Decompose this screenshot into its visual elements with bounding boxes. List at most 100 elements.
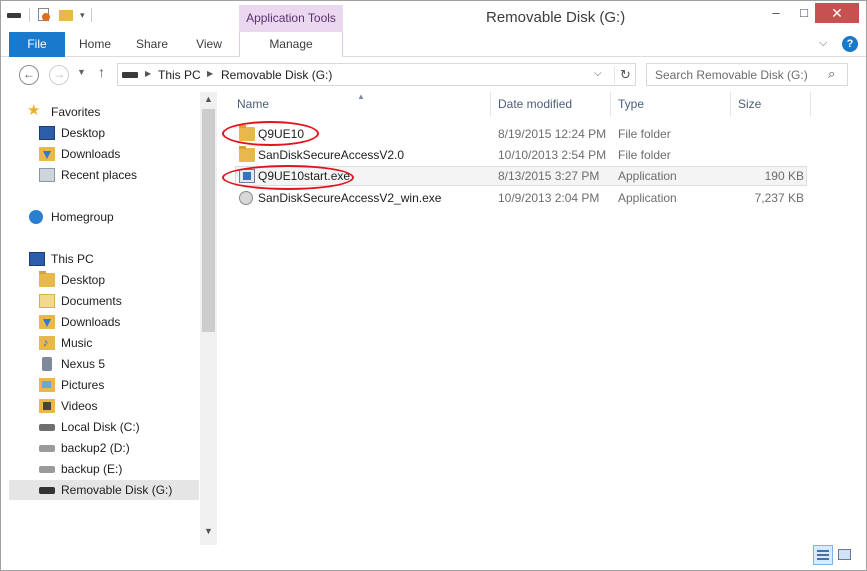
file-row[interactable]: SanDiskSecureAccessV2.0 10/10/2013 2:54 … xyxy=(235,145,807,165)
file-type: File folder xyxy=(618,127,671,141)
desktop-folder-icon xyxy=(39,271,55,287)
phone-icon xyxy=(42,357,52,371)
scroll-down-icon[interactable]: ▼ xyxy=(200,526,217,540)
search-icon[interactable]: ⌕ xyxy=(828,66,835,82)
nav-favorites-downloads[interactable]: Downloads xyxy=(9,144,199,164)
ribbon-tabs: File Home Share View Manage ⌵ ? xyxy=(1,32,866,57)
breadcrumb-this-pc[interactable]: This PC xyxy=(158,68,201,82)
pictures-icon xyxy=(39,378,55,392)
context-tab-group: Application Tools xyxy=(239,5,343,32)
file-type: Application xyxy=(618,169,677,183)
nav-pc-backup2-d[interactable]: backup2 (D:) xyxy=(9,438,199,458)
explorer-window: ▾ Application Tools Removable Disk (G:) … xyxy=(0,0,867,571)
scroll-thumb[interactable] xyxy=(202,109,215,332)
customize-qat-icon[interactable]: ▾ xyxy=(80,10,85,21)
installer-disc-icon xyxy=(239,191,253,205)
nav-pc-desktop[interactable]: Desktop xyxy=(9,270,199,290)
file-type: Application xyxy=(618,191,677,205)
window-title: Removable Disk (G:) xyxy=(486,9,626,26)
column-header-date-modified[interactable]: Date modified xyxy=(498,97,572,111)
tab-view[interactable]: View xyxy=(183,32,235,57)
file-date: 8/19/2015 12:24 PM xyxy=(498,127,607,141)
file-date: 10/9/2013 2:04 PM xyxy=(498,191,600,205)
breadcrumb-separator-icon[interactable]: ▶ xyxy=(207,69,213,78)
file-row[interactable]: SanDiskSecureAccessV2_win.exe 10/9/2013 … xyxy=(235,188,807,208)
file-row[interactable]: Q9UE10 8/19/2015 12:24 PM File folder xyxy=(235,124,807,144)
videos-icon xyxy=(39,399,55,413)
address-bar[interactable]: ▶ This PC ▶ Removable Disk (G:) ⌵ ↻ xyxy=(117,63,636,86)
computer-icon xyxy=(29,252,45,266)
nav-pc-removable-disk-g[interactable]: Removable Disk (G:) xyxy=(9,480,199,500)
new-folder-icon[interactable] xyxy=(58,7,74,23)
column-divider[interactable] xyxy=(610,92,611,116)
column-header-name[interactable]: Name xyxy=(237,97,269,111)
recent-locations-icon[interactable]: ▼ xyxy=(77,67,86,77)
back-button[interactable]: ← xyxy=(19,65,39,85)
nav-pc-documents[interactable]: Documents xyxy=(9,291,199,311)
column-divider[interactable] xyxy=(730,92,731,116)
up-button[interactable]: ↑ xyxy=(98,64,105,80)
nav-pc-pictures[interactable]: Pictures xyxy=(9,375,199,395)
tab-home[interactable]: Home xyxy=(69,32,121,57)
nav-pc-nexus5[interactable]: Nexus 5 xyxy=(9,354,199,374)
navigation-pane: ★ Favorites Desktop Downloads Recent pla… xyxy=(1,92,217,545)
nav-pc-local-disk-c[interactable]: Local Disk (C:) xyxy=(9,417,199,437)
annotation-circle xyxy=(222,121,319,146)
system-drive-icon xyxy=(39,424,55,431)
file-date: 8/13/2015 3:27 PM xyxy=(498,169,600,183)
drive-icon xyxy=(7,7,23,23)
column-divider[interactable] xyxy=(810,92,811,116)
file-type: File folder xyxy=(618,148,671,162)
column-header-type[interactable]: Type xyxy=(618,97,644,111)
sort-ascending-icon: ▲ xyxy=(357,92,365,101)
minimize-button[interactable]: – xyxy=(761,3,791,23)
expand-ribbon-icon[interactable]: ⌵ xyxy=(819,37,827,50)
downloads-icon xyxy=(39,315,55,329)
nav-pc-backup-e[interactable]: backup (E:) xyxy=(9,459,199,479)
annotation-circle xyxy=(222,165,354,190)
quick-access-toolbar: ▾ xyxy=(7,7,92,23)
nav-favorites[interactable]: ★ Favorites xyxy=(9,102,199,122)
tab-share[interactable]: Share xyxy=(125,32,179,57)
scroll-up-icon[interactable]: ▲ xyxy=(200,94,217,108)
breadcrumb-separator-icon[interactable]: ▶ xyxy=(145,69,151,78)
nav-homegroup[interactable]: Homegroup xyxy=(9,207,199,227)
nav-favorites-desktop[interactable]: Desktop xyxy=(9,123,199,143)
details-view-icon[interactable] xyxy=(813,545,833,565)
drive-icon xyxy=(39,466,55,473)
file-size: 7,237 KB xyxy=(754,191,804,205)
title-bar: ▾ Application Tools Removable Disk (G:) … xyxy=(1,1,866,32)
column-header-size[interactable]: Size xyxy=(738,97,761,111)
file-name: SanDiskSecureAccessV2.0 xyxy=(258,148,405,162)
documents-icon xyxy=(39,294,55,308)
drive-icon xyxy=(39,445,55,452)
tab-file[interactable]: File xyxy=(9,32,65,57)
nav-favorites-recent-places[interactable]: Recent places xyxy=(9,165,199,185)
navigation-bar: ← → ▼ ↑ ▶ This PC ▶ Removable Disk (G:) … xyxy=(1,57,866,92)
nav-pc-downloads[interactable]: Downloads xyxy=(9,312,199,332)
file-name: SanDiskSecureAccessV2_win.exe xyxy=(258,191,442,205)
forward-button[interactable]: → xyxy=(49,65,69,85)
file-date: 10/10/2013 2:54 PM xyxy=(498,148,607,162)
breadcrumb-removable-disk[interactable]: Removable Disk (G:) xyxy=(221,68,332,82)
large-icons-view-icon[interactable] xyxy=(837,547,853,563)
properties-icon[interactable] xyxy=(36,7,52,23)
column-divider[interactable] xyxy=(490,92,491,116)
folder-icon xyxy=(239,146,255,162)
search-input[interactable]: Search Removable Disk (G:) ⌕ xyxy=(646,63,848,86)
nav-pc-videos[interactable]: Videos xyxy=(9,396,199,416)
drive-icon xyxy=(122,72,138,78)
nav-scrollbar[interactable]: ▲ ▼ xyxy=(200,92,217,545)
refresh-icon[interactable]: ↻ xyxy=(614,66,636,84)
search-placeholder: Search Removable Disk (G:) xyxy=(655,68,808,82)
help-button[interactable]: ? xyxy=(842,36,858,52)
removable-drive-icon xyxy=(39,487,55,494)
tab-manage[interactable]: Manage xyxy=(239,32,343,57)
nav-this-pc[interactable]: This PC xyxy=(9,249,199,269)
address-dropdown-icon[interactable]: ⌵ xyxy=(594,68,602,79)
music-icon xyxy=(39,333,55,353)
status-bar xyxy=(1,545,866,570)
close-button[interactable]: ✕ xyxy=(815,3,859,23)
file-list: ▲ Name Date modified Type Size Q9UE10 8/… xyxy=(217,92,866,545)
nav-pc-music[interactable]: Music xyxy=(9,333,199,353)
